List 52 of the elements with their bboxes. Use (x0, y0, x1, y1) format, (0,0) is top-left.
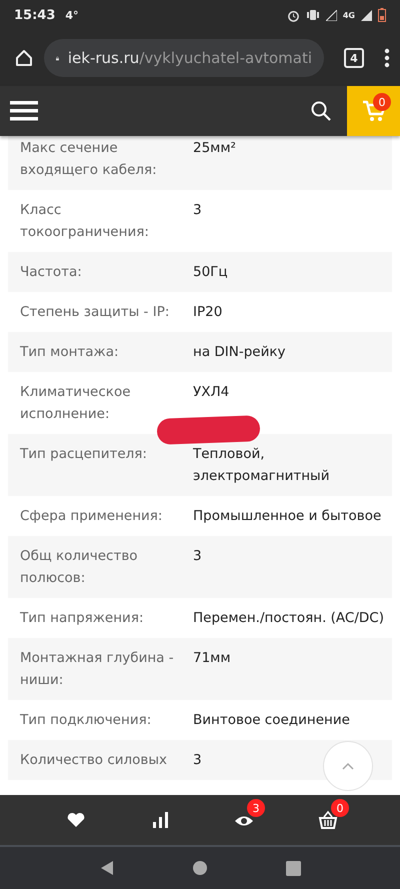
spec-label: Тип монтажа: (20, 343, 120, 362)
spec-label: Климатическое исполнение: (20, 383, 132, 424)
count-badge: 3 (247, 799, 265, 817)
back-icon[interactable] (98, 860, 115, 876)
more-icon[interactable] (384, 48, 390, 68)
spec-value: УХЛ4 (193, 383, 230, 402)
spec-value: Винтовое соединение (193, 711, 350, 730)
cart-button[interactable]: 0 (347, 86, 400, 136)
signal-icon (361, 10, 372, 20)
network-type: 4G (342, 10, 355, 20)
spec-value: IP20 (193, 303, 222, 322)
spec-label: Частота: (20, 263, 83, 282)
spec-value: Промышленное и бытовое (193, 507, 382, 526)
home-icon[interactable] (14, 48, 34, 68)
spec-value: Тепловой, электромагнитный (193, 445, 330, 486)
vibrate-icon (306, 9, 320, 21)
spec-value: 50Гц (193, 263, 228, 282)
spec-value: 3 (193, 751, 202, 770)
spec-label: Общ количество полюсов: (20, 547, 139, 588)
spec-value: на DIN-рейку (193, 343, 286, 362)
spec-label: Степень защиты - IP: (20, 303, 170, 322)
spec-value: 25мм² (193, 139, 236, 158)
spec-value: Перемен./постоян. (AC/DC) (193, 609, 384, 628)
menu-icon[interactable] (10, 100, 38, 122)
cart-count-badge: 0 (373, 93, 391, 111)
basket-icon[interactable] (318, 810, 338, 830)
spec-label: Сфера применения: (20, 507, 164, 526)
spec-label: Класс токоограничения: (20, 201, 150, 242)
url-text: iek-rus.ru/vyklyuchatel-avtomati (68, 49, 312, 67)
alarm-icon (286, 8, 300, 22)
home-icon[interactable] (192, 860, 208, 876)
temperature: 4° (65, 8, 79, 22)
recents-icon[interactable] (286, 860, 302, 876)
spec-label: Монтажная глубина - ниши: (20, 649, 175, 690)
heart-icon[interactable] (66, 810, 86, 830)
bar-chart-icon[interactable] (150, 810, 170, 830)
tab-count-button[interactable]: 4 (344, 48, 364, 68)
address-bar[interactable]: iek-rus.ru/vyklyuchatel-avtomati (44, 39, 324, 77)
spec-label: Тип подключения: (20, 711, 152, 730)
spec-label: Количество силовых (20, 751, 168, 770)
spec-label: Макс сечение входящего кабеля: (20, 139, 158, 180)
search-icon[interactable] (311, 101, 331, 121)
battery-icon (378, 8, 386, 22)
spec-value: 3 (193, 201, 202, 220)
spec-label: Тип расцепителя: (20, 445, 148, 464)
signal-icon (326, 10, 337, 20)
spec-value: 71мм (193, 649, 231, 668)
spec-label: Тип напряжения: (20, 609, 144, 628)
clock-time: 15:43 (14, 8, 56, 22)
chevron-up-icon (342, 762, 354, 770)
spec-value: 3 (193, 547, 202, 566)
count-badge: 0 (331, 799, 349, 817)
